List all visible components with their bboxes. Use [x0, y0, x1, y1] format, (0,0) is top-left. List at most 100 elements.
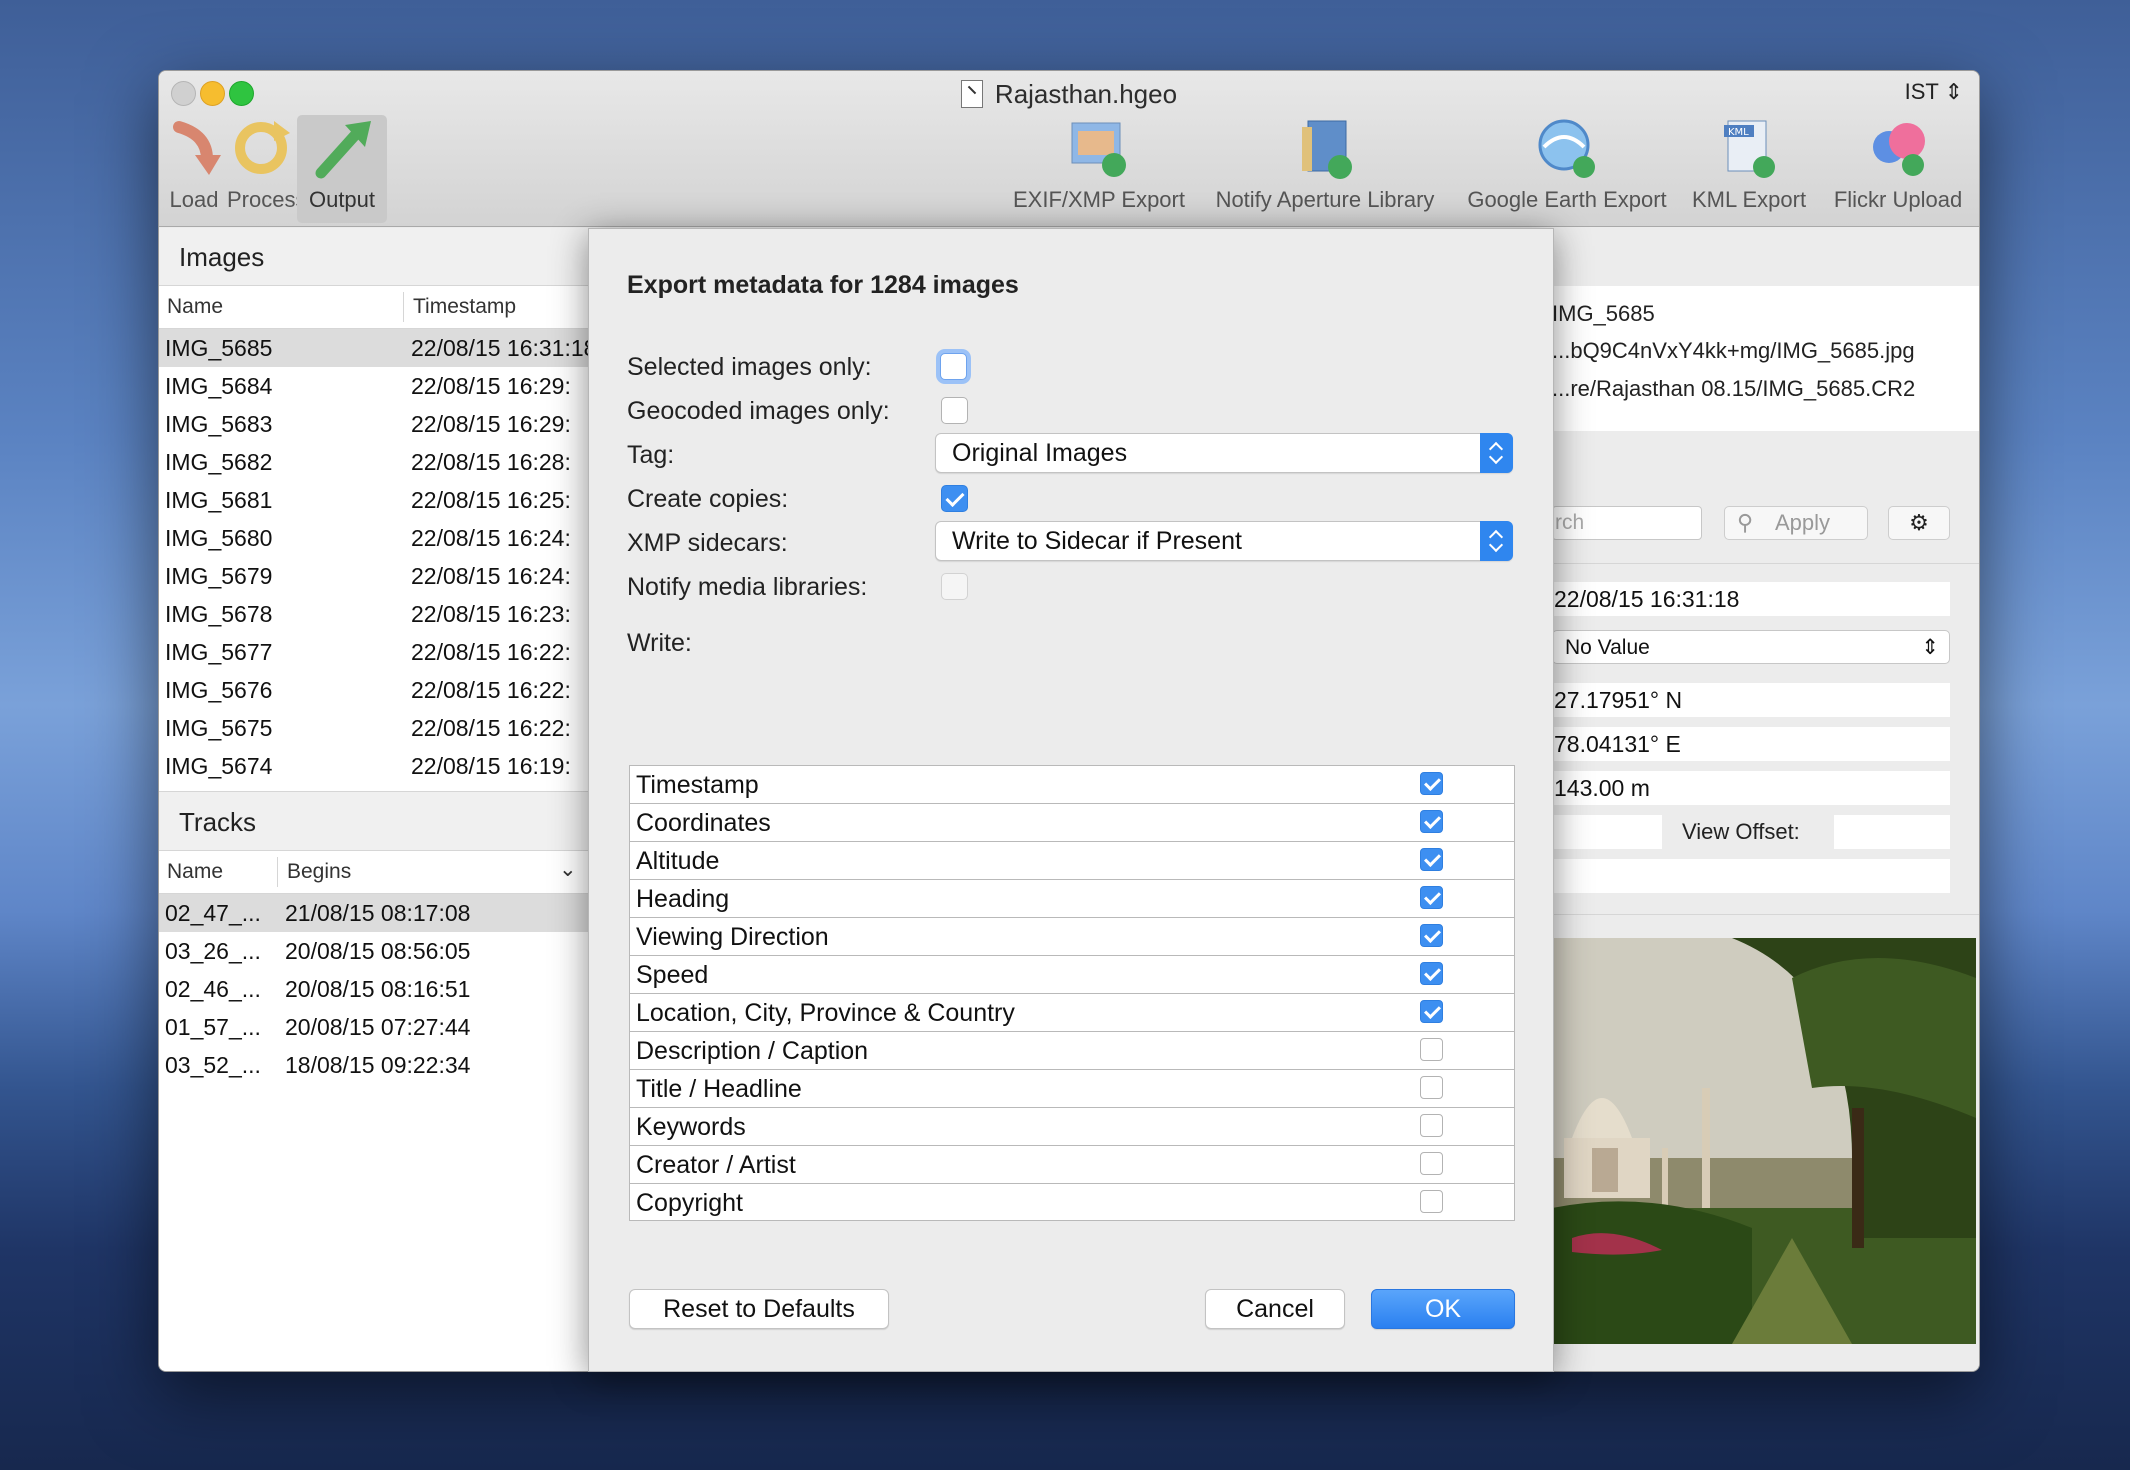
- write-item-row[interactable]: Description / Caption: [630, 1032, 1514, 1070]
- write-item-checkbox[interactable]: [1420, 1038, 1443, 1061]
- write-item-row[interactable]: Timestamp: [630, 766, 1514, 804]
- notify-media-checkbox[interactable]: [941, 573, 968, 600]
- apply-button[interactable]: ⚲ Apply: [1724, 506, 1868, 540]
- write-item-row[interactable]: Speed: [630, 956, 1514, 994]
- output-button[interactable]: Output: [297, 115, 387, 223]
- flickr-upload-button[interactable]: Flickr Upload: [1825, 117, 1971, 213]
- write-item-checkbox[interactable]: [1420, 1000, 1443, 1023]
- google-earth-export-button[interactable]: Google Earth Export: [1461, 117, 1673, 213]
- left-pane: Images Name Timestamp IMG_5685 22/08/15 1…: [159, 228, 589, 1371]
- write-item-row[interactable]: Coordinates: [630, 804, 1514, 842]
- row-date: 22/08/15 16:22:: [411, 677, 571, 703]
- write-item-checkbox[interactable]: [1420, 962, 1443, 985]
- track-row[interactable]: 01_57_... 20/08/15 07:27:44: [159, 1008, 589, 1046]
- exif-xmp-export-button[interactable]: EXIF/XMP Export: [1009, 117, 1189, 213]
- track-row[interactable]: 02_46_... 20/08/15 08:16:51: [159, 970, 589, 1008]
- write-item-row[interactable]: Viewing Direction: [630, 918, 1514, 956]
- image-row[interactable]: IMG_5679 22/08/15 16:24:: [159, 557, 589, 595]
- load-button[interactable]: Load: [167, 117, 221, 213]
- geocoded-only-checkbox[interactable]: [941, 397, 968, 424]
- write-item-checkbox[interactable]: [1420, 924, 1443, 947]
- write-item-checkbox[interactable]: [1420, 810, 1443, 833]
- write-item-checkbox[interactable]: [1420, 848, 1443, 871]
- notify-aperture-button[interactable]: Notify Aperture Library: [1203, 117, 1447, 213]
- process-button[interactable]: Process: [227, 117, 306, 213]
- image-row[interactable]: IMG_5678 22/08/15 16:23:: [159, 595, 589, 633]
- write-item-label: Creator / Artist: [636, 1151, 796, 1179]
- write-item-row[interactable]: Copyright: [630, 1184, 1514, 1220]
- selected-only-checkbox[interactable]: [940, 353, 967, 380]
- create-copies-checkbox[interactable]: [941, 485, 968, 512]
- cancel-button[interactable]: Cancel: [1205, 1289, 1345, 1329]
- row-date: 22/08/15 16:28:: [411, 449, 571, 475]
- tracks-col-name[interactable]: Name: [167, 860, 223, 884]
- images-col-name[interactable]: Name: [167, 295, 223, 319]
- tag-select[interactable]: Original Images: [935, 433, 1513, 473]
- write-item-label: Description / Caption: [636, 1037, 869, 1065]
- row-name: 01_57_...: [165, 1014, 261, 1040]
- row-date: 22/08/15 16:29:: [411, 373, 571, 399]
- create-copies-label: Create copies:: [627, 485, 789, 513]
- write-item-checkbox[interactable]: [1420, 1076, 1443, 1099]
- write-item-row[interactable]: Altitude: [630, 842, 1514, 880]
- write-item-checkbox[interactable]: [1420, 886, 1443, 909]
- image-row[interactable]: IMG_5674 22/08/15 16:19:: [159, 747, 589, 785]
- image-row[interactable]: IMG_5675 22/08/15 16:22:: [159, 709, 589, 747]
- kml-export-button[interactable]: KML KML Export: [1687, 117, 1811, 213]
- image-row[interactable]: IMG_5685 22/08/15 16:31:18: [159, 329, 589, 367]
- tracks-table: 02_47_... 21/08/15 08:17:08 03_26_... 20/08…: [159, 894, 589, 1094]
- heading-field[interactable]: [1552, 815, 1662, 849]
- row-name: IMG_5685: [165, 335, 273, 361]
- reset-defaults-button[interactable]: Reset to Defaults: [629, 1289, 889, 1329]
- image-row[interactable]: IMG_5682 22/08/15 16:28:: [159, 443, 589, 481]
- write-item-row[interactable]: Title / Headline: [630, 1070, 1514, 1108]
- extra-field[interactable]: [1552, 859, 1950, 893]
- longitude-field[interactable]: 78.04131° E: [1552, 727, 1950, 761]
- column-divider[interactable]: [277, 857, 278, 887]
- tracks-col-begins[interactable]: Begins: [287, 860, 351, 884]
- images-table-header: Name Timestamp: [159, 286, 589, 329]
- image-path: ...bQ9C4nVxY4kk+mg/IMG_5685.jpg: [1552, 338, 1915, 363]
- image-row[interactable]: IMG_5676 22/08/15 16:22:: [159, 671, 589, 709]
- view-offset-field[interactable]: [1834, 815, 1950, 849]
- timezone-select[interactable]: No Value ⇕: [1552, 630, 1950, 664]
- image-row[interactable]: IMG_5683 22/08/15 16:29:: [159, 405, 589, 443]
- images-table: IMG_5685 22/08/15 16:31:18 IMG_5684 22/08/1…: [159, 329, 589, 791]
- write-item-checkbox[interactable]: [1420, 1152, 1443, 1175]
- write-item-row[interactable]: Location, City, Province & Country: [630, 994, 1514, 1032]
- write-item-checkbox[interactable]: [1420, 1114, 1443, 1137]
- write-item-checkbox[interactable]: [1420, 1190, 1443, 1213]
- write-item-label: Timestamp: [636, 771, 759, 799]
- write-item-row[interactable]: Creator / Artist: [630, 1146, 1514, 1184]
- location-search-input[interactable]: rch: [1552, 506, 1702, 540]
- column-divider[interactable]: [403, 292, 404, 322]
- write-item-label: Speed: [636, 961, 709, 989]
- track-row[interactable]: 03_52_... 18/08/15 09:22:34: [159, 1046, 589, 1084]
- image-row[interactable]: IMG_5677 22/08/15 16:22:: [159, 633, 589, 671]
- view-offset-label: View Offset:: [1682, 819, 1800, 844]
- globe-icon: [1536, 117, 1598, 179]
- kml-file-icon: KML: [1718, 117, 1780, 179]
- xmp-sidecars-select[interactable]: Write to Sidecar if Present: [935, 521, 1513, 561]
- image-row[interactable]: IMG_5681 22/08/15 16:25:: [159, 481, 589, 519]
- image-row[interactable]: IMG_5680 22/08/15 16:24:: [159, 519, 589, 557]
- altitude-field[interactable]: 143.00 m: [1552, 771, 1950, 805]
- row-name: IMG_5677: [165, 639, 273, 665]
- process-icon: [230, 117, 292, 179]
- gear-icon[interactable]: ⚙: [1888, 506, 1950, 540]
- row-name: IMG_5683: [165, 411, 273, 437]
- write-item-row[interactable]: Keywords: [630, 1108, 1514, 1146]
- track-row[interactable]: 02_47_... 21/08/15 08:17:08: [159, 894, 589, 932]
- chevron-down-icon[interactable]: ⌄: [559, 857, 577, 882]
- image-row[interactable]: IMG_5684 22/08/15 16:29:: [159, 367, 589, 405]
- images-col-timestamp[interactable]: Timestamp: [413, 295, 516, 319]
- latitude-field[interactable]: 27.17951° N: [1552, 683, 1950, 717]
- timezone-selector[interactable]: IST ⇕: [1905, 79, 1963, 105]
- track-row[interactable]: 03_26_... 20/08/15 08:56:05: [159, 932, 589, 970]
- write-item-checkbox[interactable]: [1420, 772, 1443, 795]
- svg-text:KML: KML: [1728, 127, 1749, 138]
- row-name: IMG_5678: [165, 601, 273, 627]
- write-item-row[interactable]: Heading: [630, 880, 1514, 918]
- timestamp-field[interactable]: 22/08/15 16:31:18: [1552, 582, 1950, 616]
- ok-button[interactable]: OK: [1371, 1289, 1515, 1329]
